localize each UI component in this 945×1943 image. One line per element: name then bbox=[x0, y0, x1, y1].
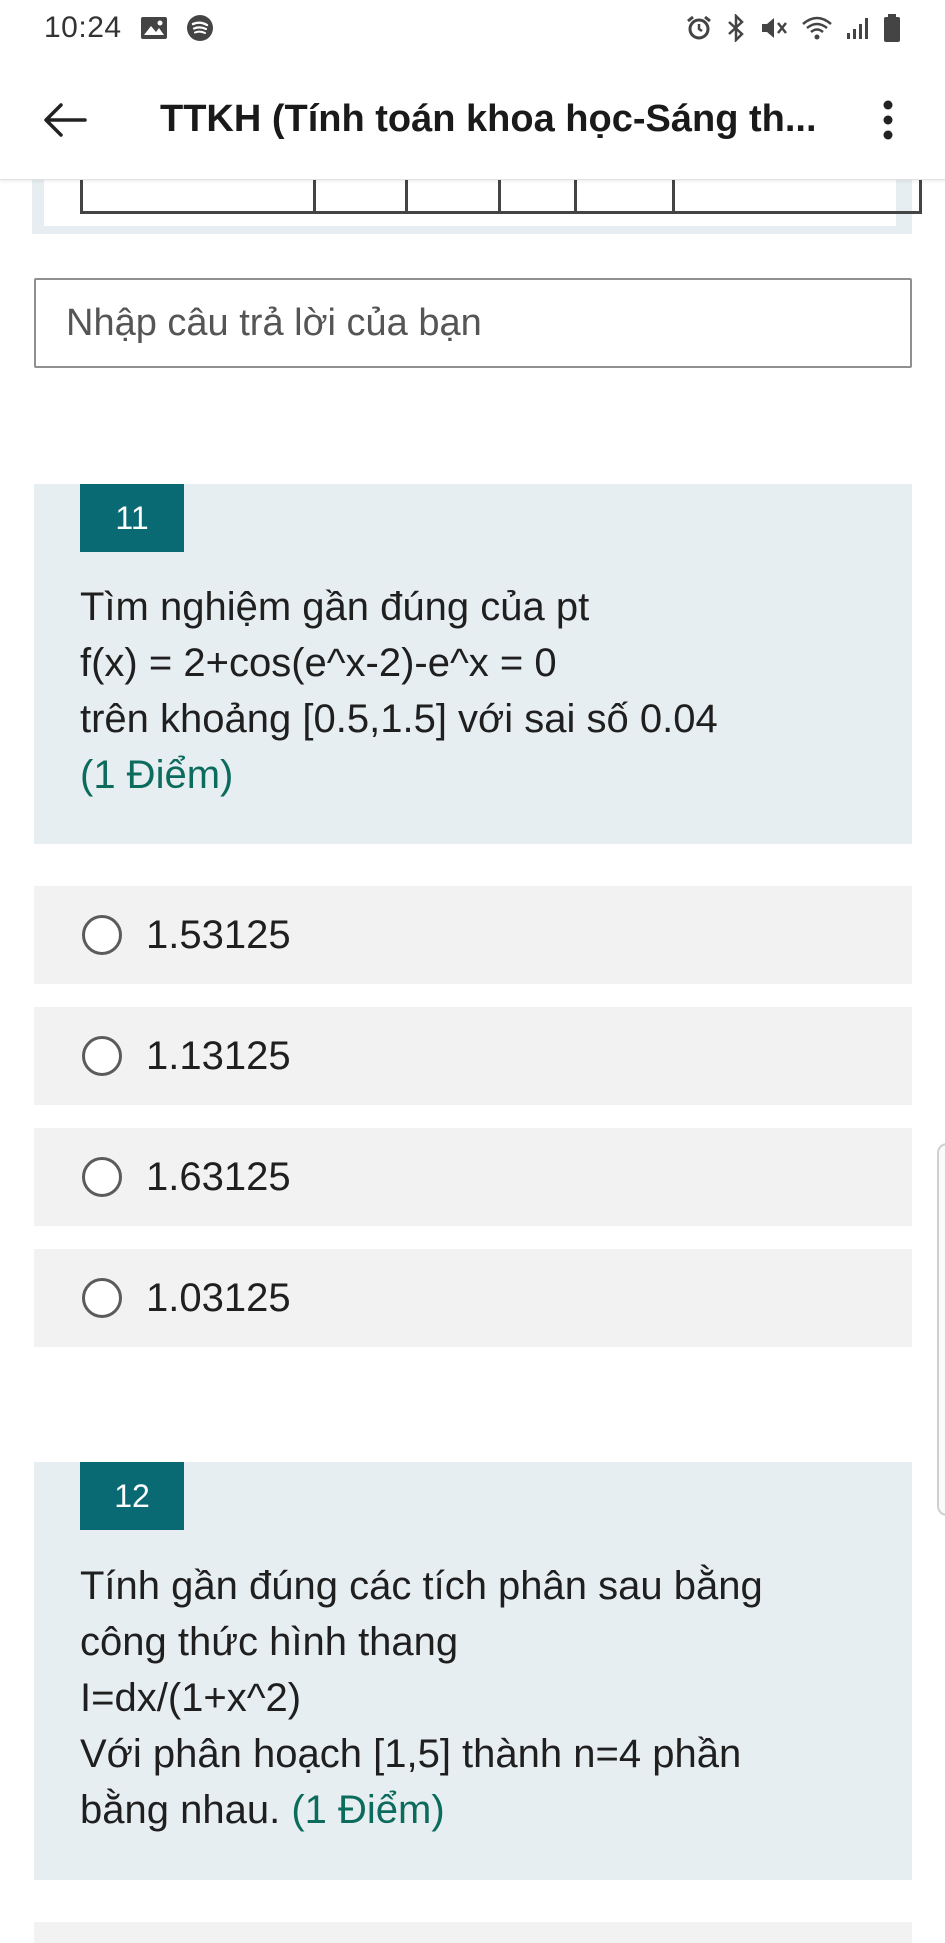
answer-input[interactable] bbox=[34, 278, 912, 368]
question-text: Tính gần đúng các tích phân sau bằng côn… bbox=[80, 1564, 763, 1832]
option-1[interactable]: 1.53125 bbox=[34, 886, 912, 984]
option-label: 1.63125 bbox=[146, 1154, 291, 1199]
question-image bbox=[32, 178, 922, 234]
option-3[interactable]: 1.63125 bbox=[34, 1128, 912, 1226]
page-title: TTKH (Tính toán khoa học-Sáng th... bbox=[160, 98, 817, 140]
question-number: 12 bbox=[80, 1462, 184, 1530]
option-label: 1.03125 bbox=[146, 1275, 291, 1320]
bluetooth-icon bbox=[725, 14, 747, 42]
more-options-button[interactable] bbox=[863, 85, 913, 155]
battery-icon bbox=[883, 13, 901, 43]
radio-button[interactable] bbox=[82, 1157, 122, 1197]
radio-button[interactable] bbox=[82, 1278, 122, 1318]
option-4[interactable]: 1.03125 bbox=[34, 1249, 912, 1347]
question-number: 11 bbox=[80, 484, 184, 552]
question-text: Tìm nghiệm gần đúng của pt f(x) = 2+cos(… bbox=[80, 579, 882, 803]
option-label: 1.53125 bbox=[146, 912, 291, 957]
status-time: 10:24 bbox=[44, 11, 122, 44]
status-bar: 10:24 bbox=[0, 0, 945, 56]
option-2[interactable]: 1.13125 bbox=[34, 1007, 912, 1105]
question-points: (1 Điểm) bbox=[80, 753, 234, 797]
radio-button[interactable] bbox=[82, 1036, 122, 1076]
signal-icon bbox=[845, 15, 871, 41]
next-option-edge bbox=[34, 1922, 912, 1943]
radio-button[interactable] bbox=[82, 915, 122, 955]
option-label: 1.13125 bbox=[146, 1033, 291, 1078]
arrow-left-icon bbox=[44, 102, 87, 137]
back-button[interactable] bbox=[30, 85, 100, 155]
wifi-icon bbox=[801, 15, 833, 41]
mute-icon bbox=[759, 14, 789, 42]
gallery-notification-icon bbox=[140, 16, 168, 40]
edge-panel-handle[interactable] bbox=[937, 1143, 945, 1516]
app-bar: TTKH (Tính toán khoa học-Sáng th... bbox=[0, 60, 945, 180]
question-card-11: 11 Tìm nghiệm gần đúng của pt f(x) = 2+c… bbox=[34, 484, 912, 844]
question-card-12: 12 Tính gần đúng các tích phân sau bằng … bbox=[34, 1462, 912, 1880]
question-points: (1 Điểm) bbox=[291, 1788, 445, 1832]
spotify-icon bbox=[186, 14, 214, 42]
more-vert-icon bbox=[883, 100, 893, 139]
alarm-icon bbox=[685, 14, 713, 42]
table-row bbox=[80, 178, 922, 214]
